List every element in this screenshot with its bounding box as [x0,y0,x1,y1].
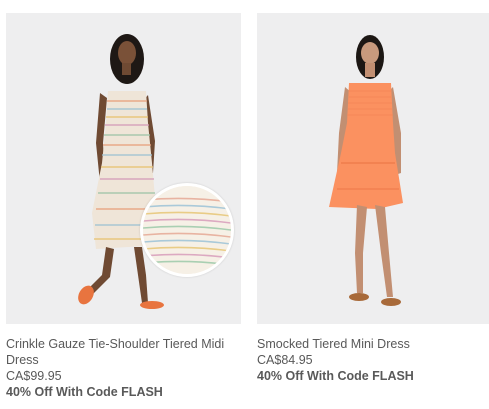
product-name[interactable]: Crinkle Gauze Tie-Shoulder Tiered Midi D… [6,336,241,368]
model-striped-dress-image [6,13,241,324]
product-price: CA$99.95 [6,369,62,383]
product-promo: 40% Off With Code FLASH [257,369,414,383]
product-image[interactable] [257,13,489,324]
product-price: CA$84.95 [257,353,313,367]
model-orange-dress-image [257,13,489,324]
product-image[interactable] [6,13,241,324]
product-promo: 40% Off With Code FLASH [6,385,163,399]
product-grid: Crinkle Gauze Tie-Shoulder Tiered Midi D… [0,0,489,409]
product-info: Smocked Tiered Mini Dress CA$84.95 40% O… [257,324,489,385]
product-name[interactable]: Smocked Tiered Mini Dress [257,336,489,352]
fabric-swatch-icon[interactable] [140,183,234,277]
product-info: Crinkle Gauze Tie-Shoulder Tiered Midi D… [6,324,241,401]
product-card[interactable]: Smocked Tiered Mini Dress CA$84.95 40% O… [257,13,489,385]
product-card[interactable]: Crinkle Gauze Tie-Shoulder Tiered Midi D… [6,13,241,401]
